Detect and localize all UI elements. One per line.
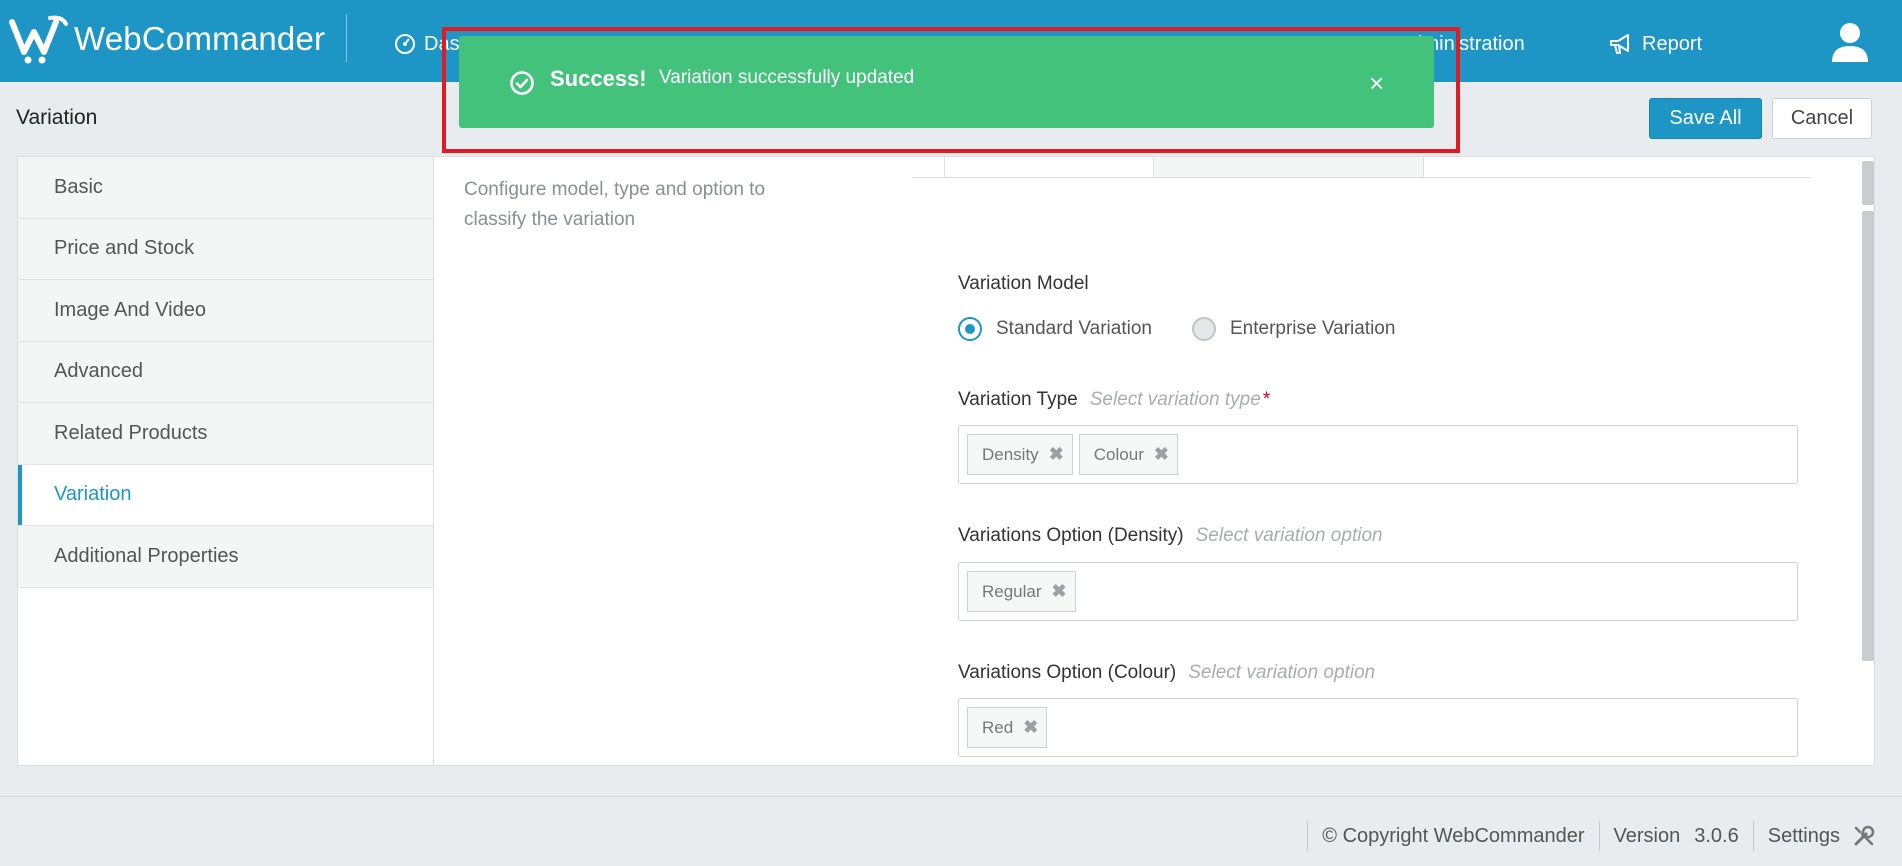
- sidebar-item-label: Additional Properties: [54, 544, 239, 567]
- copyright-text: © Copyright WebCommander: [1322, 824, 1585, 847]
- option-colour-tag-input[interactable]: Red ✖: [958, 698, 1798, 757]
- logo-text: WebCommander: [74, 20, 326, 57]
- megaphone-icon: [1610, 34, 1629, 54]
- footer: © Copyright WebCommander Version 3.0.6 S…: [0, 796, 1902, 866]
- option-colour-hint: Select variation option: [1188, 662, 1376, 683]
- variation-model-radio-group: Standard Variation Enterprise Variation: [958, 317, 1395, 341]
- required-mark: *: [1262, 389, 1271, 410]
- remove-tag-icon[interactable]: ✖: [1154, 444, 1169, 465]
- sidebar-item-label: Related Products: [54, 421, 208, 444]
- footer-divider: [1752, 821, 1754, 851]
- tag-label: Red: [982, 717, 1014, 737]
- tab-strip-divider: [912, 177, 1812, 178]
- tag-chip: Density ✖: [967, 434, 1073, 475]
- page-title: Variation: [16, 106, 98, 129]
- tab-active[interactable]: [944, 157, 1154, 177]
- logo-divider: [346, 14, 347, 62]
- variation-type-hint-text: Select variation type: [1089, 389, 1261, 410]
- variation-type-field-label: Variation Type Select variation type *: [958, 389, 1270, 411]
- remove-tag-icon[interactable]: ✖: [1052, 581, 1067, 602]
- dashboard-icon: [395, 34, 415, 54]
- standard-variation-label: Standard Variation: [996, 318, 1152, 339]
- settings-link[interactable]: Settings: [1768, 825, 1840, 848]
- tag-chip: Colour ✖: [1078, 434, 1178, 475]
- standard-variation-radio[interactable]: [958, 317, 982, 341]
- enterprise-variation-radio[interactable]: [1191, 317, 1216, 341]
- close-icon[interactable]: ×: [1369, 70, 1384, 96]
- toast-title: Success!: [550, 66, 647, 91]
- variation-model-label: Variation Model: [958, 273, 1089, 294]
- footer-divider: [1598, 821, 1600, 851]
- footer-items: © Copyright WebCommander Version 3.0.6 S…: [1293, 821, 1876, 851]
- footer-divider: [1307, 821, 1309, 851]
- sidebar-item-label: Price and Stock: [54, 237, 195, 260]
- tag-chip: Regular ✖: [967, 571, 1076, 612]
- section-description: Configure model, type and option to clas…: [464, 179, 766, 230]
- toast-message: Variation successfully updated: [659, 67, 915, 88]
- scrollbar-top-segment[interactable]: [1862, 161, 1874, 205]
- option-density-label: Variations Option (Density): [958, 525, 1184, 546]
- tag-label: Density: [982, 444, 1039, 464]
- save-all-button[interactable]: Save All: [1649, 98, 1762, 139]
- sidebar-item-label: Image And Video: [54, 298, 206, 321]
- variation-type-tag-input[interactable]: Density ✖ Colour ✖: [958, 425, 1798, 484]
- wrench-icon[interactable]: [1852, 824, 1876, 848]
- sidebar-item-label: Advanced: [54, 360, 143, 383]
- remove-tag-icon[interactable]: ✖: [1023, 717, 1038, 738]
- cancel-button[interactable]: Cancel: [1772, 98, 1872, 139]
- option-colour-label: Variations Option (Colour): [958, 662, 1177, 683]
- success-toast: Success! Variation successfully updated …: [459, 36, 1434, 128]
- sidebar-item-related-products[interactable]: Related Products: [18, 403, 433, 465]
- nav-report[interactable]: Report: [1608, 30, 1702, 58]
- tag-chip: Red ✖: [967, 707, 1048, 748]
- nav-report-label: Report: [1642, 32, 1703, 55]
- logo-mark-icon: [9, 15, 68, 64]
- tag-label: Colour: [1093, 444, 1144, 464]
- logo[interactable]: WebCommander: [8, 14, 325, 64]
- sidebar-item-additional-properties[interactable]: Additional Properties: [18, 526, 433, 588]
- sidebar-item-label: Basic: [54, 175, 103, 198]
- remove-tag-icon[interactable]: ✖: [1049, 444, 1064, 465]
- sidebar-item-price-and-stock[interactable]: Price and Stock: [18, 218, 433, 280]
- user-icon[interactable]: [1828, 20, 1872, 64]
- sidebar-item-variation[interactable]: Variation: [18, 464, 433, 526]
- editor-panel: Basic Price and Stock Image And Video Ad…: [17, 156, 1875, 766]
- version-number: 3.0.6: [1694, 824, 1739, 847]
- sidebar: Basic Price and Stock Image And Video Ad…: [18, 157, 434, 765]
- variation-type-label: Variation Type: [958, 389, 1078, 410]
- option-colour-field-label: Variations Option (Colour) Select variati…: [958, 662, 1375, 684]
- sidebar-item-image-and-video[interactable]: Image And Video: [18, 280, 433, 342]
- tag-label: Regular: [982, 581, 1042, 601]
- sidebar-item-basic[interactable]: Basic: [18, 157, 433, 219]
- variation-type-hint: Select variation type *: [1090, 389, 1271, 410]
- sidebar-item-advanced[interactable]: Advanced: [18, 341, 433, 403]
- scrollbar-thumb[interactable]: [1862, 211, 1874, 661]
- tab-inactive[interactable]: [1154, 157, 1424, 177]
- option-density-hint: Select variation option: [1195, 525, 1383, 546]
- version-label: Version: [1613, 824, 1681, 847]
- option-density-field-label: Variations Option (Density) Select variat…: [958, 525, 1383, 547]
- sidebar-item-label: Variation: [54, 483, 132, 506]
- option-density-tag-input[interactable]: Regular ✖: [958, 562, 1798, 621]
- check-circle-icon: [510, 71, 534, 95]
- enterprise-variation-label: Enterprise Variation: [1229, 318, 1396, 339]
